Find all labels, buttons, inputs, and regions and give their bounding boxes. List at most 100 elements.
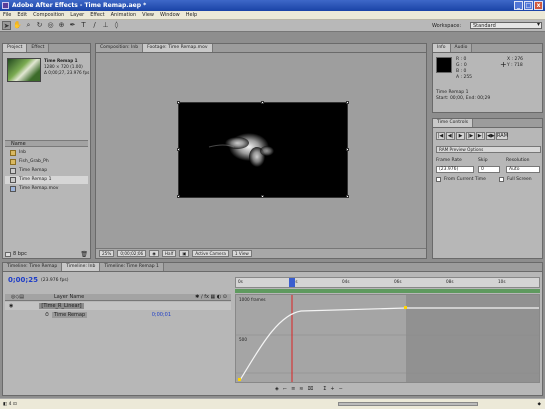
eraser-icon[interactable]: ◊ [112,21,121,30]
status-left: ◧ 4 ⊡ [3,401,17,407]
tab-composition[interactable]: Composition: Inb [96,44,144,52]
menu-effect[interactable]: Effect [87,11,107,20]
tab-footage[interactable]: Footage: Time Remap.mov [143,44,213,52]
menu-composition[interactable]: Composition [30,11,67,20]
info-notes: Time Remap 1 Start: 00;00, End: 00;29 [436,90,491,101]
minimize-button[interactable]: _ [514,1,523,10]
magnification-select[interactable]: 25% [99,250,115,257]
graph-option-icon[interactable]: ≋ [299,386,303,392]
skip-field[interactable]: 0 [478,166,500,173]
maximize-button[interactable]: □ [524,1,533,10]
resolution-select[interactable]: Half [161,250,177,257]
next-frame-button[interactable]: |▶ [466,132,475,140]
full-screen-label: Full Screen [507,177,532,182]
first-frame-button[interactable]: |◀ [436,132,445,140]
bounding-handle[interactable] [346,195,349,198]
viewer-canvas[interactable] [178,102,348,198]
zoom-icon[interactable]: ⌕ [24,21,33,30]
stopwatch-icon[interactable]: ⏱ [45,312,49,318]
rotate-icon[interactable]: ↻ [35,21,44,30]
graph-editor[interactable]: 1000 frames 500 [235,294,540,383]
graph-option-icon[interactable]: − [339,386,343,392]
project-item[interactable]: Time Remap.mov [5,185,88,193]
layer-name-column[interactable]: Layer Name [54,294,84,300]
timeline-zoom-slider[interactable] [337,402,478,406]
tab-audio[interactable]: Audio [450,44,473,52]
interpret-footage-icon[interactable] [5,251,11,257]
time-remap-property-row[interactable]: ⏱ Time Remap 0;00;01 [5,311,231,319]
graph-option-icon[interactable]: ◈ [275,386,279,392]
graph-option-icon[interactable]: + [330,386,334,392]
graph-option-icon[interactable]: ⌐ [283,386,287,392]
clone-stamp-icon[interactable]: ⊥ [101,21,110,30]
project-item[interactable]: Fish_Grab_Ph [5,158,88,166]
menu-animation[interactable]: Animation [108,11,140,20]
tab-timeline-inb[interactable]: Timeline: Inb [62,263,101,271]
full-screen-checkbox[interactable] [499,177,504,182]
from-current-time-checkbox[interactable] [436,177,441,182]
bounding-handle[interactable] [346,101,349,104]
project-item-duration: Δ 0;00;27, 23.976 fps [44,70,90,75]
current-time-display[interactable]: 0;00;02;06 [117,250,147,257]
frame-rate-field[interactable]: (23.976) [436,166,474,173]
menu-help[interactable]: Help [183,11,200,20]
previous-frame-button[interactable]: ◀| [446,132,455,140]
status-right: ◆ [537,401,541,407]
bounding-handle[interactable] [177,195,180,198]
close-button[interactable]: x [534,1,543,10]
project-item[interactable]: Time Remap [5,167,88,175]
property-value[interactable]: 0;00;01 [152,312,171,318]
bounding-handle[interactable] [177,101,180,104]
tab-timeline-time-remap[interactable]: Timeline: Time Remap [3,263,63,271]
active-camera-select[interactable]: Active Camera [192,250,229,257]
resolution-field[interactable]: Auto [506,166,540,173]
bounding-handle[interactable] [177,148,180,151]
pan-behind-icon[interactable]: ⊕ [57,21,66,30]
current-time-display[interactable]: 0;00;25 [8,276,38,284]
visibility-icon[interactable]: ◉ [9,303,13,309]
text-icon[interactable]: T [79,21,88,30]
bounding-handle[interactable] [261,101,264,104]
trash-icon[interactable]: 🗑 [80,251,88,258]
project-item[interactable]: Time Remap 1 [5,176,88,184]
play-button[interactable]: ▶ [456,132,465,140]
view-layout-select[interactable]: 1 View [231,250,252,257]
hand-icon[interactable]: ✋ [13,21,22,30]
tab-project[interactable]: Project [3,44,28,52]
layer-name[interactable]: [Time_R_Linear] [39,303,84,309]
loop-button[interactable]: ◀▶ [486,132,495,140]
time-ruler[interactable]: 0s 02s 04s 06s 08s 10s [235,277,540,288]
menu-edit[interactable]: Edit [14,11,30,20]
last-frame-button[interactable]: ▶| [476,132,485,140]
layer-row[interactable]: ◉ [Time_R_Linear] [5,302,231,310]
pen-icon[interactable]: ✒ [68,21,77,30]
graph-option-icon[interactable]: Σ [323,386,326,392]
camera-icon[interactable]: ◎ [46,21,55,30]
ram-preview-options-select[interactable]: RAM Preview Options [436,146,541,153]
bounding-handle[interactable] [346,148,349,151]
workspace-select[interactable]: Standard [470,22,542,29]
tab-time-controls[interactable]: Time Controls [433,119,474,127]
work-area-bar[interactable] [235,289,540,293]
menu-view[interactable]: View [139,11,157,20]
rgba-readout: R : 0 G : 0 B : 0 A : 255 [456,57,473,80]
project-item[interactable]: Inb [5,149,88,157]
color-depth-label[interactable]: 8 bpc [13,251,27,257]
menu-file[interactable]: File [0,11,14,20]
project-name-column[interactable]: Name [5,140,88,147]
folder-icon [10,159,16,165]
brush-icon[interactable]: / [90,21,99,30]
selection-icon[interactable]: ➤ [2,21,11,30]
menu-window[interactable]: Window [157,11,183,20]
tab-info[interactable]: Info [433,44,451,52]
current-time-indicator[interactable] [289,278,295,287]
graph-option-icon[interactable]: ≡ [291,386,295,392]
ram-preview-button[interactable]: RAM [496,132,508,140]
region-of-interest-icon[interactable]: ▣ [179,250,190,257]
tab-timeline-time-remap-1[interactable]: Timeline: Time Remap 1 [100,263,164,271]
tab-effect-controls[interactable]: Effect [27,44,50,52]
snapshot-icon[interactable]: ◉ [149,250,159,257]
menu-layer[interactable]: Layer [67,11,87,20]
graph-option-icon[interactable]: ⌧ [307,386,313,392]
bounding-handle[interactable] [261,195,264,198]
